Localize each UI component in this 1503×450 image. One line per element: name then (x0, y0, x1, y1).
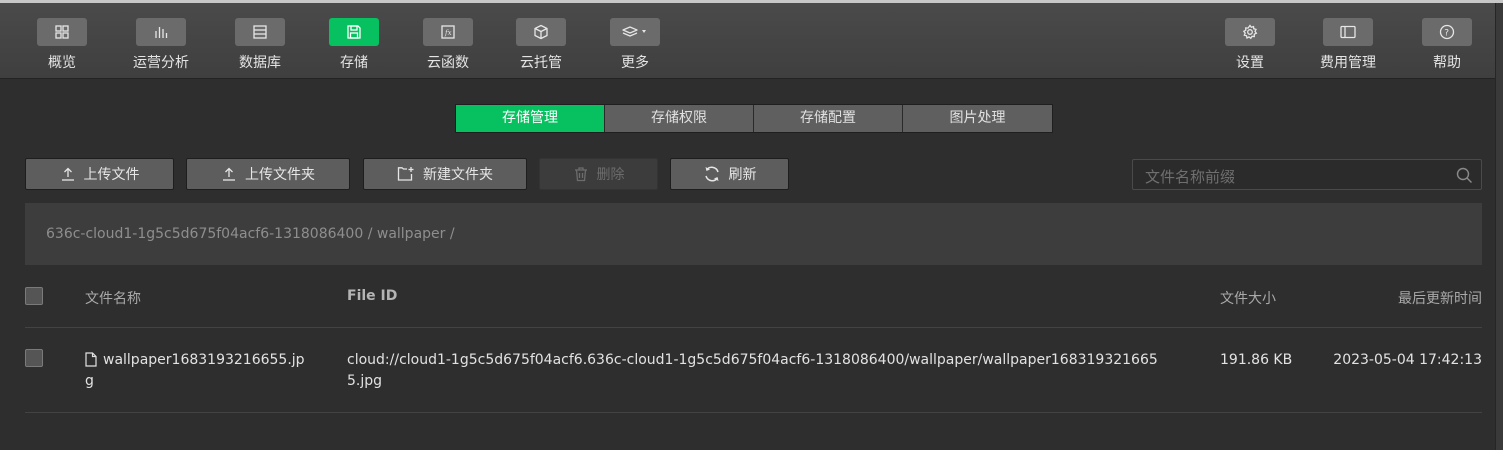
toolbar-label: 存储 (340, 55, 368, 71)
search-input[interactable]: 文件名称前缀 (1132, 159, 1482, 190)
upload-icon (223, 167, 235, 181)
file-name-link[interactable]: wallpaper1683193216655.jp g (85, 350, 305, 392)
toolbar-label: 运营分析 (133, 55, 189, 71)
toolbar-label: 云托管 (520, 55, 562, 71)
billing-icon (1323, 18, 1373, 46)
toolbar-storage[interactable]: 存储 (312, 18, 396, 72)
main-toolbar: 概览 运营分析 数据库 存储 fx 云函数 云托管 更多 设置 费用管理 ? 帮… (0, 3, 1495, 79)
file-name-line: g (85, 373, 94, 389)
function-icon: fx (423, 18, 473, 46)
file-id-cell: cloud://cloud1-1g5c5d675f04acf6.636c-clo… (347, 350, 1158, 392)
table-row[interactable]: wallpaper1683193216655.jp g cloud://clou… (25, 328, 1482, 413)
button-label: 刷新 (728, 167, 757, 183)
breadcrumb-separator: / (449, 226, 455, 242)
toolbar-help[interactable]: ? 帮助 (1405, 18, 1489, 72)
column-header-file-id: File ID (347, 288, 398, 304)
new-folder-icon (397, 167, 414, 181)
delete-button[interactable]: 删除 (539, 158, 658, 190)
toolbar-label: 帮助 (1433, 55, 1461, 71)
row-checkbox[interactable] (25, 349, 43, 367)
refresh-button[interactable]: 刷新 (670, 158, 789, 190)
tab-storage-permissions[interactable]: 存储权限 (605, 105, 754, 132)
upload-folder-button[interactable]: 上传文件夹 (186, 158, 350, 190)
upload-icon (61, 167, 74, 181)
breadcrumb-root[interactable]: 636c-cloud1-1g5c5d675f04acf6-1318086400 (46, 226, 363, 242)
toolbar-analytics[interactable]: 运营分析 (119, 18, 203, 72)
file-size-cell: 191.86 KB (1220, 352, 1293, 368)
file-id-line: cloud://cloud1-1g5c5d675f04acf6.636c-clo… (347, 352, 1158, 368)
tab-image-processing[interactable]: 图片处理 (903, 105, 1052, 132)
toolbar-billing[interactable]: 费用管理 (1306, 18, 1390, 72)
breadcrumb: 636c-cloud1-1g5c5d675f04acf6-1318086400 … (25, 203, 1482, 265)
toolbar-label: 更多 (621, 55, 649, 71)
gear-icon (1225, 18, 1275, 46)
save-icon (329, 18, 379, 46)
button-label: 上传文件夹 (245, 167, 315, 183)
toolbar-label: 概览 (48, 55, 76, 71)
button-label: 删除 (596, 167, 625, 183)
file-icon (85, 352, 97, 367)
toolbar-label: 设置 (1236, 55, 1264, 71)
scrollbar[interactable] (1495, 3, 1503, 450)
table-header: 文件名称 File ID 文件大小 最后更新时间 (25, 266, 1482, 328)
select-all-checkbox[interactable] (25, 287, 43, 305)
upload-file-button[interactable]: 上传文件 (25, 158, 174, 190)
toolbar-label: 数据库 (239, 55, 281, 71)
storage-tabs: 存储管理 存储权限 存储配置 图片处理 (455, 104, 1053, 133)
cube-icon (516, 18, 566, 46)
tab-storage-config[interactable]: 存储配置 (754, 105, 903, 132)
database-icon (235, 18, 285, 46)
updated-time-cell: 2023-05-04 17:42:13 (1333, 352, 1482, 368)
bar-chart-icon (136, 18, 186, 46)
file-name-line: wallpaper1683193216655.jp (103, 352, 305, 368)
search-icon[interactable] (1456, 167, 1473, 184)
toolbar-cloud-functions[interactable]: fx 云函数 (406, 18, 490, 72)
toolbar-database[interactable]: 数据库 (218, 18, 302, 72)
column-header-size[interactable]: 文件大小 (1220, 288, 1276, 308)
toolbar-cloud-hosting[interactable]: 云托管 (499, 18, 583, 72)
button-label: 新建文件夹 (423, 167, 493, 183)
toolbar-overview[interactable]: 概览 (20, 18, 104, 72)
search-placeholder: 文件名称前缀 (1145, 168, 1236, 186)
button-label: 上传文件 (83, 167, 140, 183)
toolbar-more[interactable]: 更多 (593, 18, 677, 72)
help-icon: ? (1422, 18, 1472, 46)
refresh-icon (704, 166, 719, 182)
toolbar-label: 云函数 (427, 55, 469, 71)
column-header-updated[interactable]: 最后更新时间 (1398, 288, 1482, 308)
tab-storage-management[interactable]: 存储管理 (456, 105, 605, 132)
svg-text:fx: fx (444, 29, 452, 37)
breadcrumb-folder[interactable]: wallpaper (377, 226, 446, 242)
toolbar-label: 费用管理 (1320, 55, 1376, 71)
trash-icon (574, 167, 587, 182)
svg-text:?: ? (1444, 29, 1449, 39)
file-id-line: 5.jpg (347, 373, 383, 389)
layers-icon (610, 18, 660, 46)
column-header-name[interactable]: 文件名称 (85, 288, 141, 308)
breadcrumb-separator: / (367, 226, 373, 242)
new-folder-button[interactable]: 新建文件夹 (363, 158, 527, 190)
toolbar-settings[interactable]: 设置 (1208, 18, 1292, 72)
grid-icon (37, 18, 87, 46)
